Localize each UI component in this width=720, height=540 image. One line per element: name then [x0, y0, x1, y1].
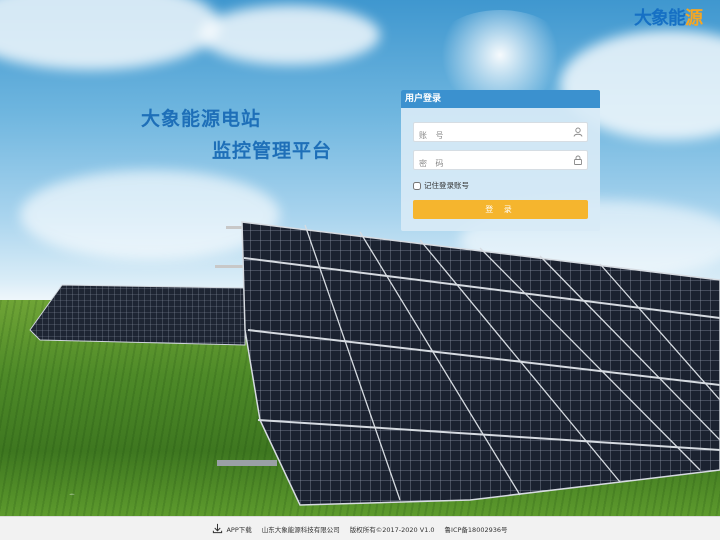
- remember-label: 记住登录账号: [424, 181, 469, 190]
- lock-icon: [574, 155, 582, 165]
- footer-copyright: 版权所有©2017-2020 V1.0: [349, 525, 435, 534]
- login-panel-title: 用户登录: [401, 90, 600, 108]
- username-input[interactable]: [414, 126, 564, 145]
- login-button[interactable]: 登 录: [413, 200, 588, 219]
- user-icon: [573, 127, 583, 137]
- solar-panels-illustration: [29, 221, 720, 506]
- brand-name-tail: 源: [685, 8, 703, 29]
- brand-name: 大象能: [634, 8, 686, 29]
- password-input[interactable]: [414, 154, 564, 173]
- download-icon: [213, 523, 223, 534]
- password-field[interactable]: [413, 150, 588, 173]
- hero-title-line1: 大象能源电站: [141, 108, 262, 130]
- footer-company: 山东大象能源科技有限公司: [261, 525, 340, 534]
- brand-logo: 大象能源: [634, 4, 703, 30]
- app-download-link[interactable]: APP下载: [212, 523, 252, 534]
- remember-account[interactable]: 记住登录账号: [413, 180, 469, 191]
- app-download-label: APP下载: [226, 525, 252, 534]
- username-field[interactable]: [413, 122, 588, 145]
- background-scene: [0, 0, 720, 516]
- hero-title-line2: 监控管理平台: [212, 140, 333, 162]
- login-panel: 用户登录 记住登录账号 登 录: [401, 90, 600, 231]
- remember-checkbox[interactable]: [413, 181, 421, 190]
- footer: APP下载 山东大象能源科技有限公司 版权所有©2017-2020 V1.0 鲁…: [0, 516, 720, 540]
- footer-icp[interactable]: 鲁ICP备18002936号: [445, 524, 508, 534]
